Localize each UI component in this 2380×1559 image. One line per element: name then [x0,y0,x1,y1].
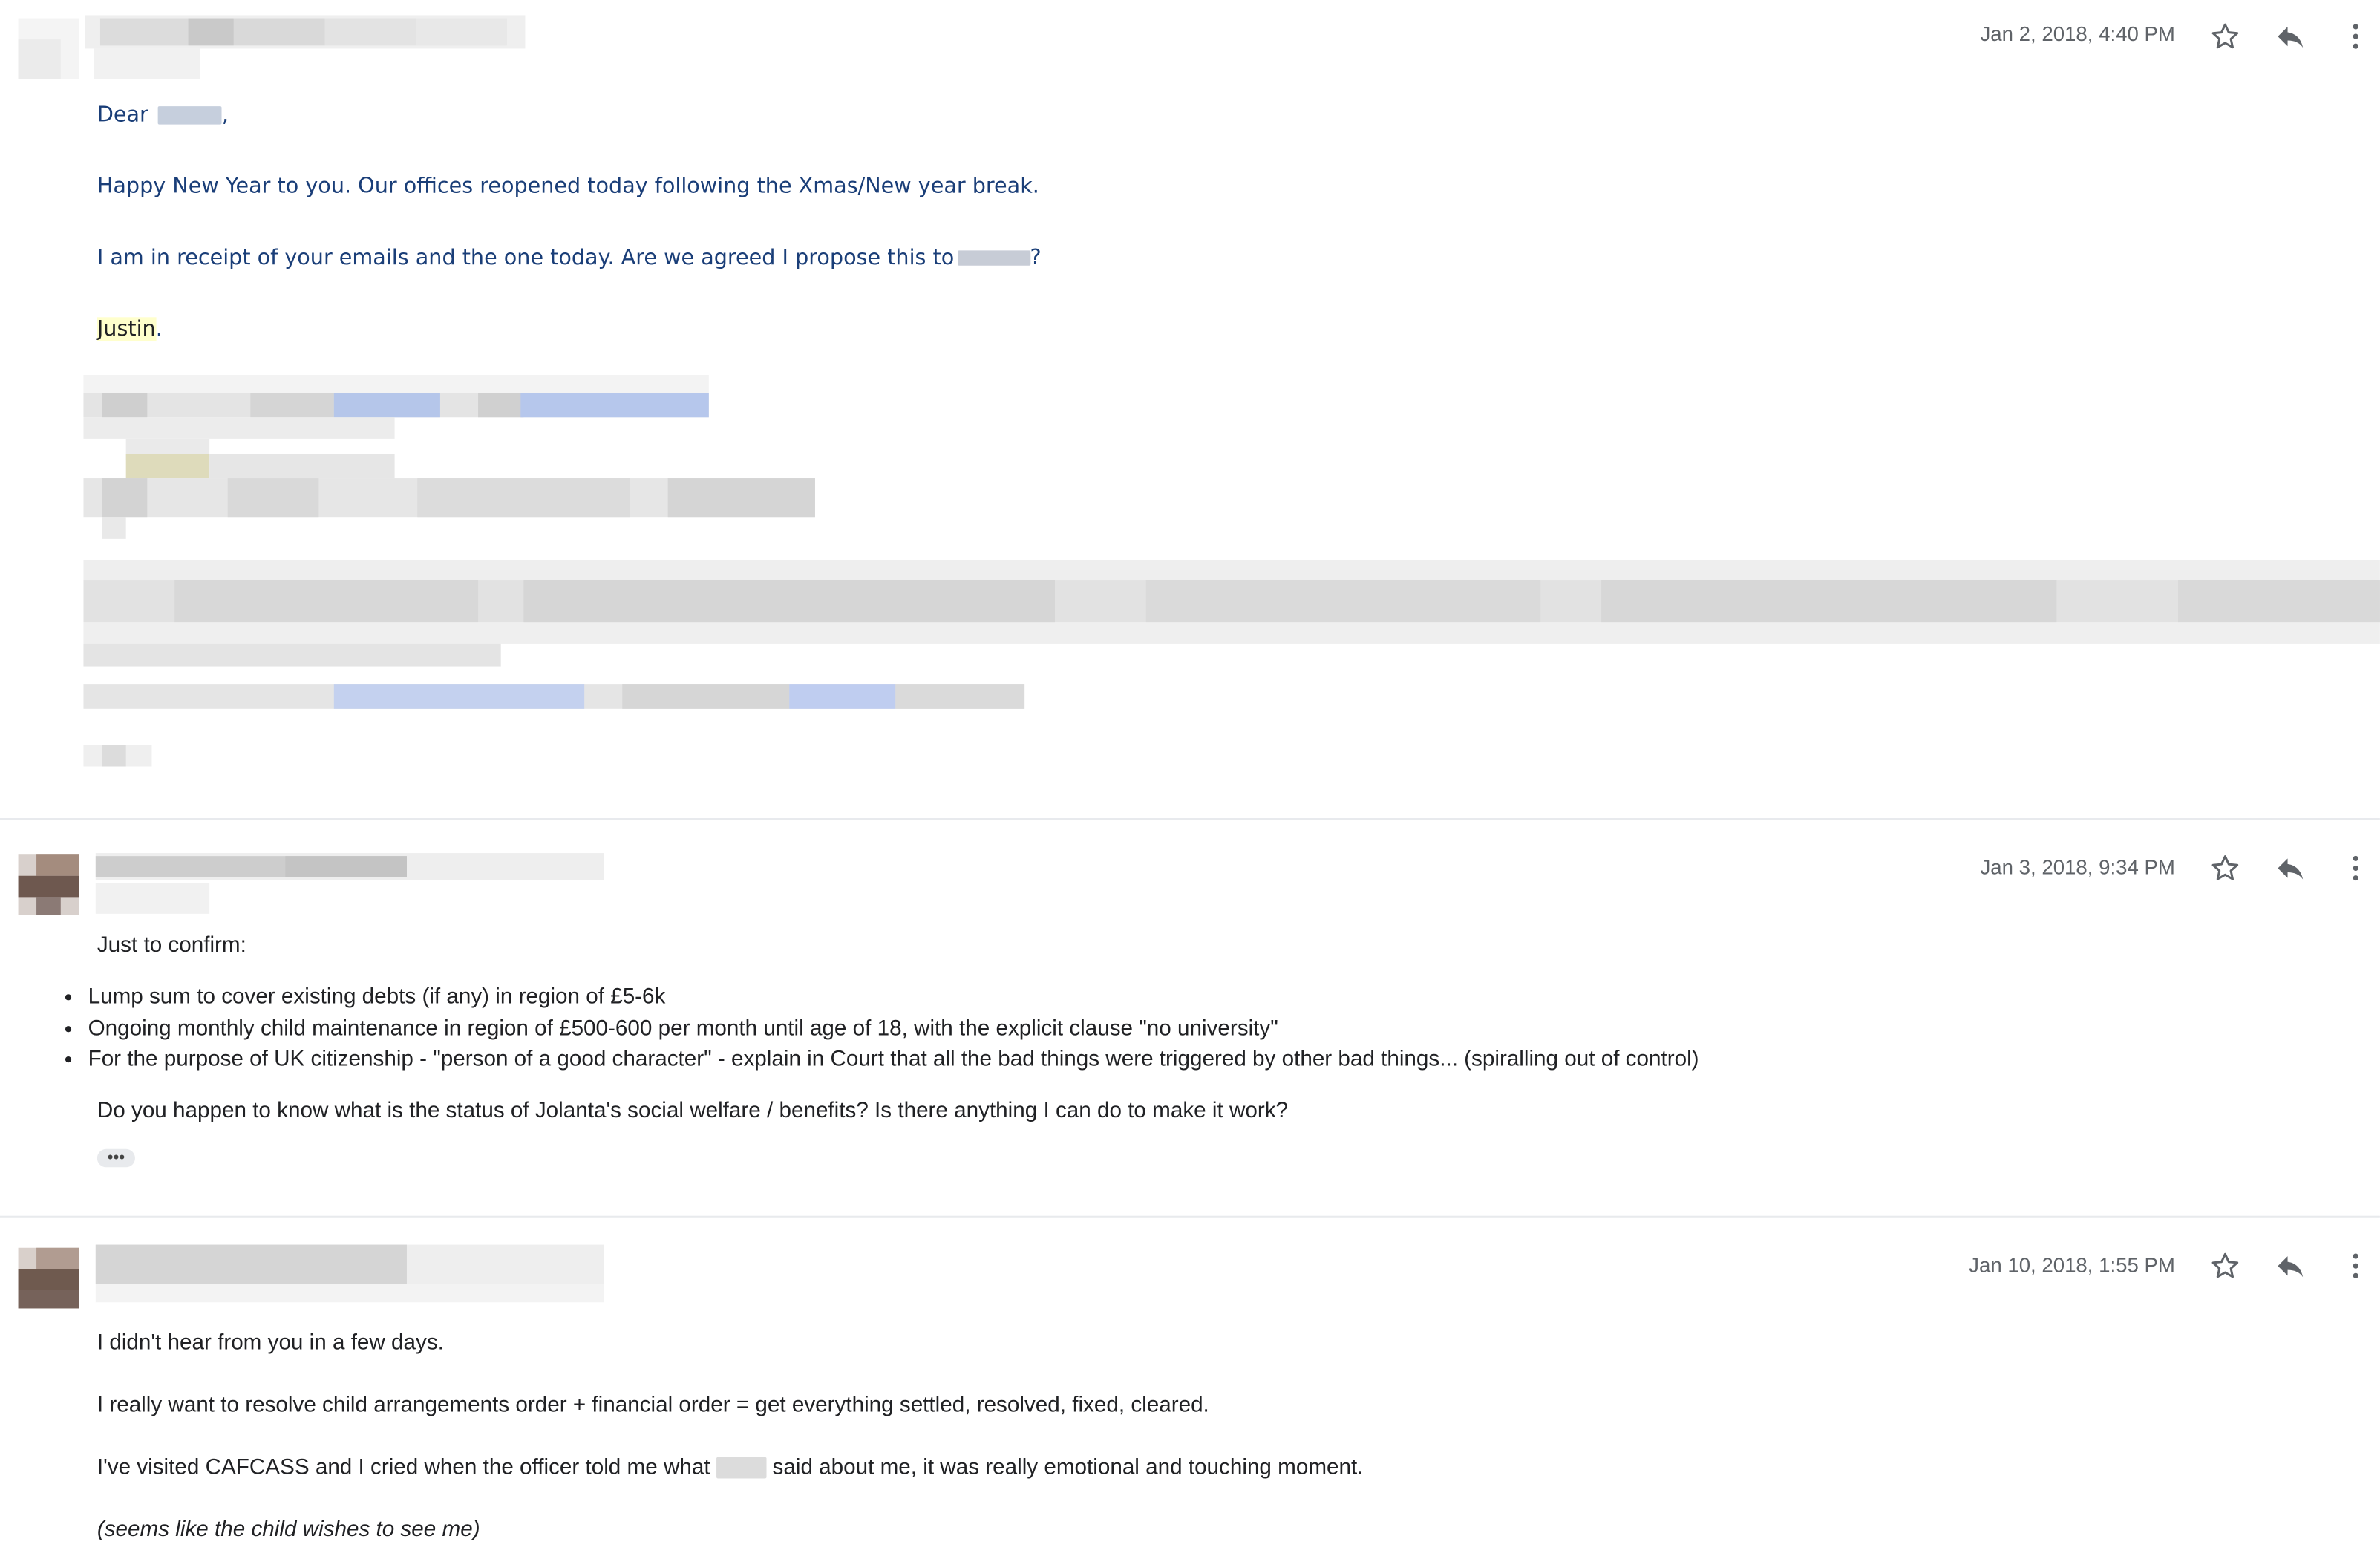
reply-arrow-icon [2278,858,2304,880]
body-paragraph-3: I've visited CAFCASS and I cried when th… [97,1453,1364,1483]
list-item: Ongoing monthly child maintenance in reg… [88,1013,1699,1045]
body-paragraph-2: I am in receipt of your emails and the o… [97,243,1042,273]
email-message-1: Jan 2, 2018, 4:40 PM Dear , Happy New Ye… [0,0,2380,817]
sender-avatar[interactable] [18,18,79,79]
message-date: Jan 2, 2018, 4:40 PM [1980,22,2175,46]
greeting-text: Dear [97,103,148,128]
paragraph-3-text: I've visited CAFCASS and I cried when th… [97,1455,710,1480]
redacted-name [158,106,222,125]
sender-name-redacted[interactable] [85,15,526,82]
show-trimmed-content-button[interactable]: ••• [97,1148,135,1168]
redacted-name [957,250,1030,266]
greeting-comma: , [221,103,229,128]
star-button[interactable] [2204,1245,2246,1287]
star-button[interactable] [2204,847,2246,889]
reply-arrow-icon [2278,26,2304,48]
greeting-line: Dear , [97,100,229,131]
star-outline-icon [2211,855,2239,880]
message-date: Jan 10, 2018, 1:55 PM [1969,1253,2175,1277]
paragraph-3-end: said about me, it was really emotional a… [772,1455,1364,1480]
redacted-disclaimer-paragraph [83,560,2380,667]
list-item: Lump sum to cover existing debts (if any… [88,982,1699,1013]
redacted-link-line [83,684,1025,715]
more-vertical-icon [2353,24,2358,49]
terms-list: Lump sum to cover existing debts (if any… [0,982,1699,1076]
message-date: Jan 3, 2018, 9:34 PM [1980,856,2175,879]
email-thread: Jan 2, 2018, 4:40 PM Dear , Happy New Ye… [0,0,2380,1559]
list-item: For the purpose of UK citizenship - "per… [88,1045,1699,1076]
more-vertical-icon [2353,855,2358,881]
reply-button[interactable] [2269,1245,2312,1287]
more-options-button[interactable] [2335,847,2377,889]
email-message-2: Jan 3, 2018, 9:34 PM Just to confirm: Lu… [0,820,2380,1215]
body-paragraph-4: (seems like the child wishes to see me) [97,1515,480,1546]
star-button[interactable] [2204,15,2246,57]
reply-button[interactable] [2269,15,2312,57]
reply-arrow-icon [2278,1256,2304,1278]
signature-line: Justin. [97,314,163,344]
paragraph-2-text: I am in receipt of your emails and the o… [97,246,955,270]
redacted-signature-block [83,375,842,542]
star-outline-icon [2211,23,2239,49]
signature-name: Justin [97,317,156,342]
body-question: Do you happen to know what is the status… [97,1099,1289,1124]
redacted-name [716,1457,767,1479]
redacted-small-line [83,745,152,770]
body-intro: Just to confirm: [97,933,246,958]
email-message-3: Jan 10, 2018, 1:55 PM I didn't hear from… [0,1218,2380,1559]
signature-period: . [155,317,163,342]
star-outline-icon [2211,1252,2239,1278]
more-vertical-icon [2353,1253,2358,1278]
italic-note: (seems like the child wishes to see me) [97,1517,480,1543]
sender-name-redacted[interactable] [95,1244,604,1309]
body-paragraph-1: Happy New Year to you. Our offices reope… [97,174,1039,199]
sender-avatar[interactable] [18,1247,79,1309]
body-paragraph-1: I didn't hear from you in a few days. [97,1331,444,1356]
more-options-button[interactable] [2335,15,2377,57]
body-paragraph-2: I really want to resolve child arrangeme… [97,1393,1209,1418]
paragraph-2-end: ? [1030,246,1042,270]
sender-name-redacted[interactable] [95,853,604,917]
reply-button[interactable] [2269,847,2312,889]
sender-avatar[interactable] [18,854,79,915]
more-options-button[interactable] [2335,1245,2377,1287]
